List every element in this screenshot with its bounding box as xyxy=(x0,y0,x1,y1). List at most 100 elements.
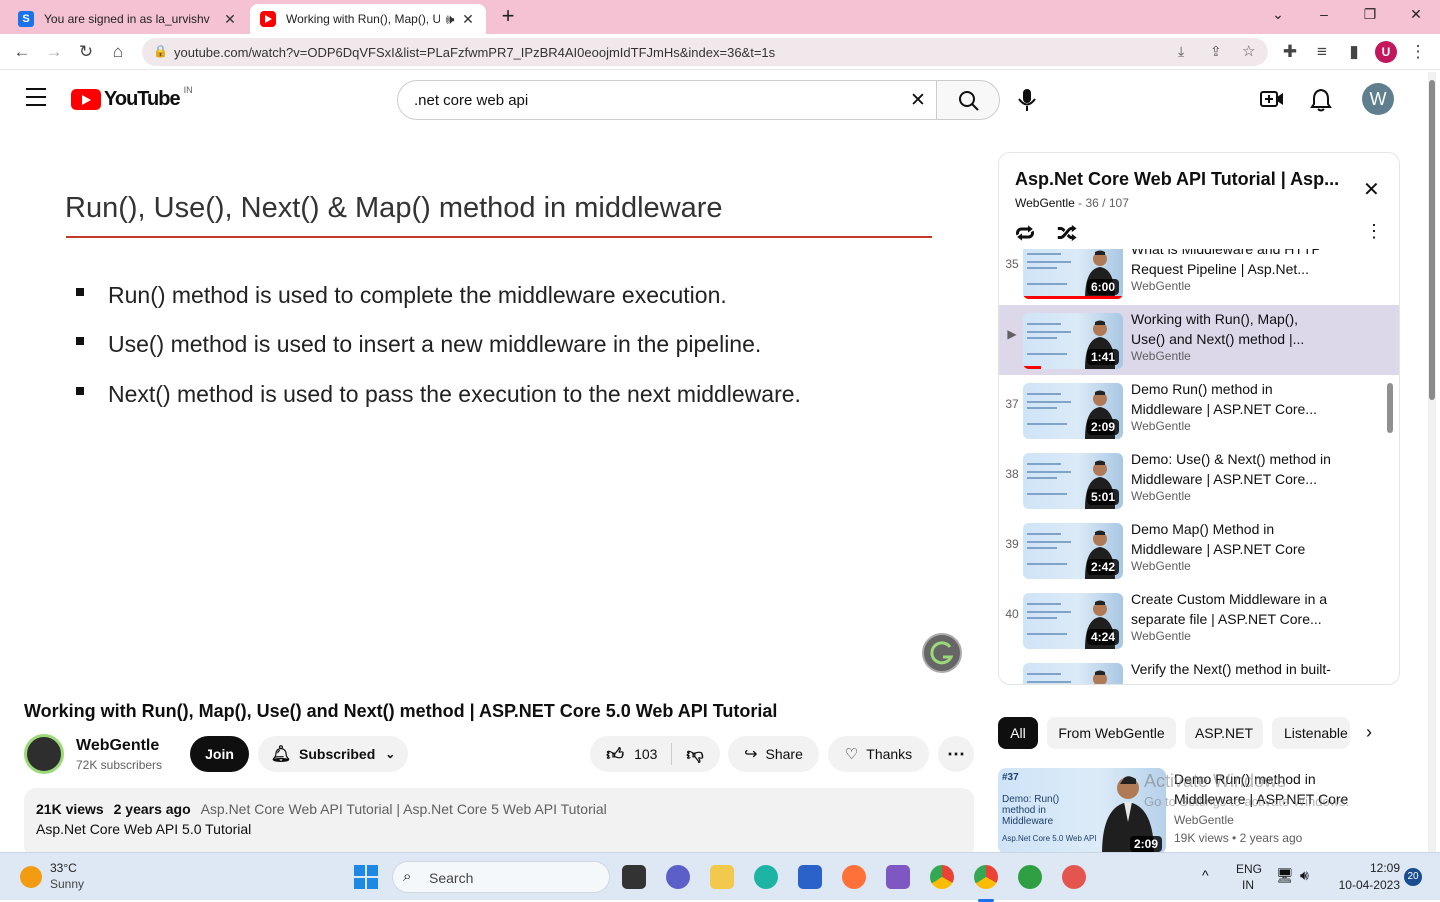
search-button[interactable] xyxy=(936,80,1000,120)
chip-all[interactable]: All xyxy=(998,717,1038,749)
close-playlist-icon[interactable]: ✕ xyxy=(1363,177,1380,202)
bookmark-star-icon[interactable]: ☆ xyxy=(1242,42,1255,60)
channel-name[interactable]: WebGentle xyxy=(76,737,159,755)
grammarly-icon[interactable] xyxy=(922,633,962,673)
chip-aspnet[interactable]: ASP.NET xyxy=(1185,717,1263,749)
playlist-scrollbar[interactable] xyxy=(1387,383,1393,433)
dislike-icon[interactable]: 👎︎ xyxy=(686,744,703,765)
playlist-title[interactable]: Asp.Net Core Web API Tutorial | Asp... xyxy=(1015,169,1345,190)
youtube-logo[interactable]: YouTube IN xyxy=(71,85,193,111)
file-explorer-icon[interactable] xyxy=(710,865,734,889)
windows-start-icon[interactable] xyxy=(354,865,378,889)
weather-sun-icon[interactable] xyxy=(20,866,42,888)
microphone-icon[interactable] xyxy=(1016,88,1038,117)
description-box[interactable]: 21K views 2 years ago Asp.Net Core Web A… xyxy=(24,788,974,858)
close-tab-icon[interactable]: ✕ xyxy=(222,11,238,28)
clock-date[interactable]: 10-04-2023 xyxy=(1330,878,1400,892)
playlist-item-thumbnail[interactable]: 2:09 xyxy=(1023,383,1123,439)
input-region[interactable]: IN xyxy=(1236,878,1260,892)
close-tab-icon[interactable]: ✕ xyxy=(460,11,476,28)
playlist-item-thumbnail[interactable]: 5:01 xyxy=(1023,453,1123,509)
recommended-thumbnail[interactable]: #37 Demo: Run() method in Middleware Asp… xyxy=(998,768,1166,854)
playlist-item-title[interactable]: Demo Map() Method in Middleware | ASP.NE… xyxy=(1131,519,1331,559)
tab-youtube-video[interactable]: Working with Run(), Map(), U 🕪 ✕ xyxy=(250,4,486,34)
address-bar[interactable]: 🔒 youtube.com/watch?v=ODP6DqVFSxI&list=P… xyxy=(142,38,1268,66)
weather-condition[interactable]: Sunny xyxy=(50,877,84,891)
network-icon[interactable]: 🖥︎ xyxy=(1276,867,1294,884)
video-player[interactable]: Run(), Use(), Next() & Map() method in m… xyxy=(24,142,974,682)
playlist-item-title[interactable]: Create Custom Middleware in a separate f… xyxy=(1131,589,1331,629)
profile-avatar[interactable]: U xyxy=(1375,41,1397,63)
share-icon[interactable]: ⇪ xyxy=(1210,43,1222,60)
create-video-icon[interactable] xyxy=(1260,89,1284,114)
more-actions-icon[interactable]: ⋯ xyxy=(938,736,974,772)
playlist-item-channel[interactable]: WebGentle xyxy=(1131,349,1191,363)
notification-count-badge[interactable]: 20 xyxy=(1404,868,1422,886)
chat-teams-icon[interactable] xyxy=(666,865,690,889)
thanks-button[interactable]: ♡ Thanks xyxy=(828,736,929,772)
maximize-button[interactable]: ❐ xyxy=(1360,6,1380,23)
volume-icon[interactable]: 🔊︎ xyxy=(1300,867,1309,884)
playlist-item-channel[interactable]: WebGentle xyxy=(1131,559,1191,573)
firefox-icon[interactable] xyxy=(842,865,866,889)
extensions-puzzle-icon[interactable]: ✚ xyxy=(1280,42,1300,62)
join-button[interactable]: Join xyxy=(190,736,249,772)
microsoft-store-icon[interactable] xyxy=(798,865,822,889)
playlist-item-title[interactable]: What is Middleware and HTTP Request Pipe… xyxy=(1131,249,1331,279)
task-view-icon[interactable] xyxy=(622,865,646,889)
shuffle-icon[interactable]: 🔀︎ xyxy=(1057,219,1077,248)
playlist-link[interactable]: Asp.Net Core Web API Tutorial | Asp.Net … xyxy=(201,801,607,817)
playlist-item-thumbnail[interactable]: 4:24 xyxy=(1023,593,1123,649)
playlist-item-thumbnail[interactable]: 6:00 xyxy=(1023,249,1123,299)
account-avatar[interactable]: W xyxy=(1362,83,1394,115)
input-language[interactable]: ENG xyxy=(1236,862,1262,876)
playlist-item-thumbnail[interactable] xyxy=(1023,663,1123,684)
chip-from-webgentle[interactable]: From WebGentle xyxy=(1047,717,1176,749)
playlist-item-channel[interactable]: WebGentle xyxy=(1131,489,1191,503)
chrome-icon[interactable] xyxy=(930,865,954,889)
playlist-item[interactable]: 40 4:24 Create Custom Middleware in a sepa… xyxy=(999,585,1399,655)
search-input[interactable]: .net core web api ✕ xyxy=(397,80,937,120)
playlist-item-thumbnail[interactable]: 1:41 xyxy=(1023,313,1123,369)
playlist-item-title[interactable]: Verify the Next() method in built-in mid… xyxy=(1131,659,1331,684)
chat-app-icon[interactable] xyxy=(1062,865,1086,889)
playlist-item-channel[interactable]: WebGentle xyxy=(1131,419,1191,433)
back-arrow-icon[interactable]: ← xyxy=(12,42,32,62)
playlist-item[interactable]: 35 6:00 What is Middleware and HTTP Reques… xyxy=(999,249,1399,305)
playlist-item-title[interactable]: Demo Run() method in Middleware | ASP.NE… xyxy=(1131,379,1331,419)
playlist-channel[interactable]: WebGentle xyxy=(1015,196,1075,210)
reload-icon[interactable]: ↻ xyxy=(76,42,96,62)
taskbar-search-box[interactable]: ⌕ Search xyxy=(392,861,610,893)
like-icon[interactable]: 👍︎ xyxy=(606,744,624,765)
clear-search-icon[interactable]: ✕ xyxy=(910,89,926,112)
playlist-item[interactable]: 38 5:01 Demo: Use() & Next() method in Mid… xyxy=(999,445,1399,515)
like-count[interactable]: 103 xyxy=(634,746,657,762)
subscribed-button[interactable]: 🔔︎ Subscribed ⌄ xyxy=(258,736,408,772)
media-queue-icon[interactable]: ≡ xyxy=(1312,42,1332,62)
recommended-channel[interactable]: WebGentle xyxy=(1174,813,1234,827)
playlist-menu-icon[interactable]: ⋮ xyxy=(1365,221,1383,242)
new-tab-button[interactable]: + xyxy=(498,3,518,29)
playlist-item[interactable]: ▶ 1:41 Working with Run(), Map(), Use() an… xyxy=(999,305,1399,375)
playlist-item-channel[interactable]: WebGentle xyxy=(1131,279,1191,293)
chip-listenable[interactable]: Listenable xyxy=(1272,717,1350,749)
tab-search-chevron-icon[interactable]: ⌄ xyxy=(1268,6,1288,23)
channel-avatar[interactable] xyxy=(24,734,64,774)
weather-temp[interactable]: 33°C xyxy=(50,861,77,875)
clock-time[interactable]: 12:09 xyxy=(1330,861,1400,875)
close-window-button[interactable]: ✕ xyxy=(1406,6,1426,23)
side-panel-icon[interactable]: ▮ xyxy=(1344,42,1364,62)
playlist-item-thumbnail[interactable]: 2:42 xyxy=(1023,523,1123,579)
tray-overflow-chevron-icon[interactable]: ^ xyxy=(1202,867,1209,883)
playlist-item[interactable]: 37 2:09 Demo Run() method in Middleware | … xyxy=(999,375,1399,445)
utorrent-icon[interactable] xyxy=(1018,865,1042,889)
install-icon[interactable]: ⤓ xyxy=(1178,43,1184,60)
tab-signed-in[interactable]: S You are signed in as la_urvishv ✕ xyxy=(8,4,248,34)
playlist-item-title[interactable]: Working with Run(), Map(), Use() and Nex… xyxy=(1131,309,1331,349)
hamburger-menu-icon[interactable] xyxy=(26,88,46,106)
notifications-bell-icon[interactable] xyxy=(1310,88,1332,117)
playlist-item[interactable]: 39 2:42 Demo Map() Method in Middleware | … xyxy=(999,515,1399,585)
playlist-item[interactable]: Verify the Next() method in built-in mid… xyxy=(999,655,1399,684)
chips-next-chevron-icon[interactable]: › xyxy=(1366,722,1372,743)
forward-arrow-icon[interactable]: → xyxy=(44,42,64,62)
